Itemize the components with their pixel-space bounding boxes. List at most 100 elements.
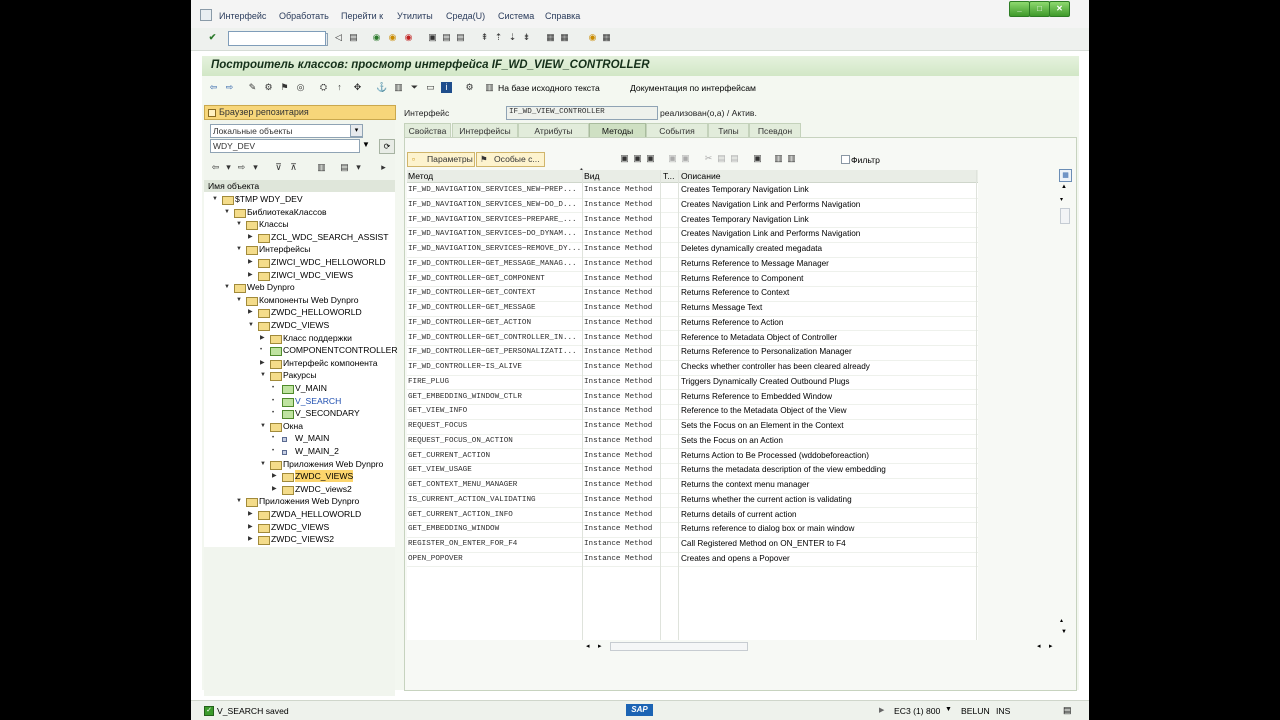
method-kind-cell[interactable]: Instance Method <box>584 272 660 287</box>
table-row[interactable]: IF_WD_NAVIGATION_SERVICES~PREPARE_... Ins… <box>407 213 978 229</box>
method-description-cell[interactable]: Checks whether controller has been clear… <box>681 360 977 375</box>
method-kind-cell[interactable]: Instance Method <box>584 463 660 478</box>
table-row[interactable]: IF_WD_NAVIGATION_SERVICES~REMOVE_DY... In… <box>407 242 978 258</box>
insert-row-icon[interactable]: ▣ <box>645 153 656 164</box>
display-search-icon[interactable]: ⟳ <box>379 139 395 154</box>
method-description-cell[interactable]: Returns Reference to Action <box>681 316 977 331</box>
method-kind-cell[interactable]: Instance Method <box>584 257 660 272</box>
repository-browser-title[interactable]: Браузер репозитария <box>204 105 396 120</box>
method-name-cell[interactable]: IF_WD_CONTROLLER~GET_CONTROLLER_IN... <box>408 331 581 346</box>
method-kind-cell[interactable]: Instance Method <box>584 227 660 242</box>
edit-toggle-icon[interactable]: ✎ <box>247 82 258 93</box>
back-icon[interactable]: ◉ <box>371 32 382 43</box>
method-name-cell[interactable]: IF_WD_NAVIGATION_SERVICES~DO_DYNAM... <box>408 227 581 242</box>
menu-item-environment[interactable]: Среда(U) <box>446 11 485 21</box>
table-row[interactable]: GET_CONTEXT_MENU_MANAGER Instance Method R… <box>407 478 978 494</box>
method-description-cell[interactable]: Deletes dynamically created megadata <box>681 242 977 257</box>
table-row[interactable]: IF_WD_CONTROLLER~GET_PERSONALIZATI... Ins… <box>407 345 978 361</box>
method-name-cell[interactable]: GET_EMBEDDING_WINDOW <box>408 522 581 537</box>
collapse-icon[interactable]: ▼ <box>224 281 232 293</box>
expand-icon[interactable]: ▶ <box>272 483 280 495</box>
last-page-icon[interactable]: ⇟ <box>521 32 532 43</box>
column-layout-icon[interactable]: ▦ <box>1059 169 1072 182</box>
method-kind-cell[interactable]: Instance Method <box>584 522 660 537</box>
table-row[interactable]: GET_EMBEDDING_WINDOW_CTLR Instance Method… <box>407 390 978 406</box>
tree-layout-icon[interactable]: ▥ <box>316 162 327 173</box>
leaf-icon[interactable]: • <box>272 432 280 444</box>
method-name-cell[interactable]: GET_CURRENT_ACTION_INFO <box>408 508 581 523</box>
filter-tb-icon[interactable]: ⏷ <box>409 82 420 93</box>
tree-node[interactable]: • V_MAIN <box>204 382 395 394</box>
column-header-type[interactable]: Т... <box>663 170 679 182</box>
activate-icon[interactable]: ⚑ <box>279 82 290 93</box>
command-field[interactable] <box>228 31 326 46</box>
tree-node[interactable]: • COMPONENTCONTROLLER <box>204 344 398 357</box>
tree-menu-icon[interactable]: ▤ <box>339 162 350 173</box>
pattern-icon[interactable]: ⚓ <box>376 82 387 93</box>
collapse-icon[interactable]: ▼ <box>260 369 268 381</box>
expand-icon[interactable]: ▶ <box>260 357 268 369</box>
copy-icon[interactable]: ▤ <box>716 153 727 164</box>
pretty-printer-icon[interactable]: ▥ <box>393 82 404 93</box>
tree-node[interactable]: ▶ ZWDC_VIEWS <box>204 521 395 533</box>
method-name-cell[interactable]: GET_EMBEDDING_WINDOW_CTLR <box>408 390 581 405</box>
method-name-cell[interactable]: IF_WD_CONTROLLER~IS_ALIVE <box>408 360 581 375</box>
next-page-icon[interactable]: ⇣ <box>507 32 518 43</box>
tree-dropdown-icon[interactable]: ▾ <box>223 162 234 173</box>
method-description-cell[interactable]: Reference to Metadata Object of Controll… <box>681 331 977 346</box>
find-next-icon[interactable]: ▤ <box>455 32 466 43</box>
method-name-cell[interactable]: IF_WD_NAVIGATION_SERVICES_NEW~DO_D... <box>408 198 581 213</box>
paste-icon[interactable]: ▤ <box>729 153 740 164</box>
system-dropdown-icon[interactable]: ▼ <box>945 706 952 713</box>
method-kind-cell[interactable]: Instance Method <box>584 508 660 523</box>
maximize-icon[interactable]: □ <box>1029 1 1050 17</box>
tree-node[interactable]: ▼ Классы <box>204 218 395 231</box>
collapse-icon[interactable]: ▼ <box>236 294 244 306</box>
method-kind-cell[interactable]: Instance Method <box>584 552 660 567</box>
method-name-cell[interactable]: IF_WD_CONTROLLER~GET_COMPONENT <box>408 272 581 287</box>
tree-node[interactable]: ▼ Web Dynpro <box>204 281 395 294</box>
enter-icon[interactable]: ✔ <box>207 32 218 43</box>
method-description-cell[interactable]: Returns the metadata description of the … <box>681 463 977 478</box>
cancel-icon[interactable]: ◉ <box>403 32 414 43</box>
exceptions-button[interactable]: ⚑ Особые с... <box>476 152 545 167</box>
expand-icon[interactable]: ▶ <box>248 269 256 281</box>
method-description-cell[interactable]: Reference to the Metadata Object of the … <box>681 404 977 419</box>
table-row[interactable]: IS_CURRENT_ACTION_VALIDATING Instance Met… <box>407 493 978 509</box>
method-name-cell[interactable]: IF_WD_CONTROLLER~GET_ACTION <box>408 316 581 331</box>
menu-item-system[interactable]: Система <box>498 11 534 21</box>
method-name-cell[interactable]: GET_CURRENT_ACTION <box>408 449 581 464</box>
expand-icon[interactable]: ▶ <box>248 306 256 318</box>
tab-properties[interactable]: Свойства <box>404 123 451 138</box>
collapse-icon[interactable]: ▼ <box>236 243 244 255</box>
tree-more-icon[interactable]: ▸ <box>378 162 389 173</box>
tab-aliases[interactable]: Псевдон <box>749 123 801 138</box>
method-description-cell[interactable]: Returns Action to Be Processed (wddobefo… <box>681 449 977 464</box>
navigator-icon[interactable]: ✥ <box>352 82 363 93</box>
source-based-label[interactable]: На базе исходного текста <box>498 83 600 93</box>
method-name-cell[interactable]: IF_WD_CONTROLLER~GET_MESSAGE_MANAG... <box>408 257 581 272</box>
window-menu-icon[interactable] <box>200 9 212 21</box>
method-description-cell[interactable]: Creates Temporary Navigation Link <box>681 213 977 228</box>
scroll-down-2-icon[interactable]: ▴ <box>1060 617 1063 624</box>
table-row[interactable]: IF_WD_NAVIGATION_SERVICES_NEW~DO_D... Ins… <box>407 198 978 214</box>
tree-node[interactable]: ▶ Интерфейс компонента <box>204 357 395 369</box>
method-kind-cell[interactable]: Instance Method <box>584 301 660 316</box>
object-type-select[interactable]: Локальные объекты <box>210 124 363 138</box>
find-icon[interactable]: ▤ <box>441 32 452 43</box>
method-kind-cell[interactable]: Instance Method <box>584 360 660 375</box>
table-row[interactable]: IF_WD_CONTROLLER~IS_ALIVE Instance Method… <box>407 360 978 376</box>
save-icon[interactable]: ▤ <box>348 32 359 43</box>
tree-node[interactable]: ▶ ZIWCI_WDC_HELLOWORLD <box>204 256 395 268</box>
leaf-icon[interactable]: • <box>272 395 280 407</box>
tree-node[interactable]: ▼ ZWDC_VIEWS <box>204 319 395 331</box>
method-description-cell[interactable]: Returns Reference to Context <box>681 286 977 301</box>
tree-node[interactable]: ▶ Класс поддержки <box>204 332 395 344</box>
table-row[interactable]: OPEN_POPOVER Instance Method Creates and o… <box>407 552 978 568</box>
method-name-cell[interactable]: REQUEST_FOCUS_ON_ACTION <box>408 434 581 449</box>
tree-node[interactable]: ▼ Ракурсы <box>204 369 395 382</box>
menu-item-edit[interactable]: Обработать <box>279 11 329 21</box>
scroll-up-2-icon[interactable]: ▾ <box>1060 196 1063 203</box>
detail-view-icon[interactable]: ▣ <box>619 153 630 164</box>
back-nav-icon[interactable]: ⇦ <box>208 82 219 93</box>
